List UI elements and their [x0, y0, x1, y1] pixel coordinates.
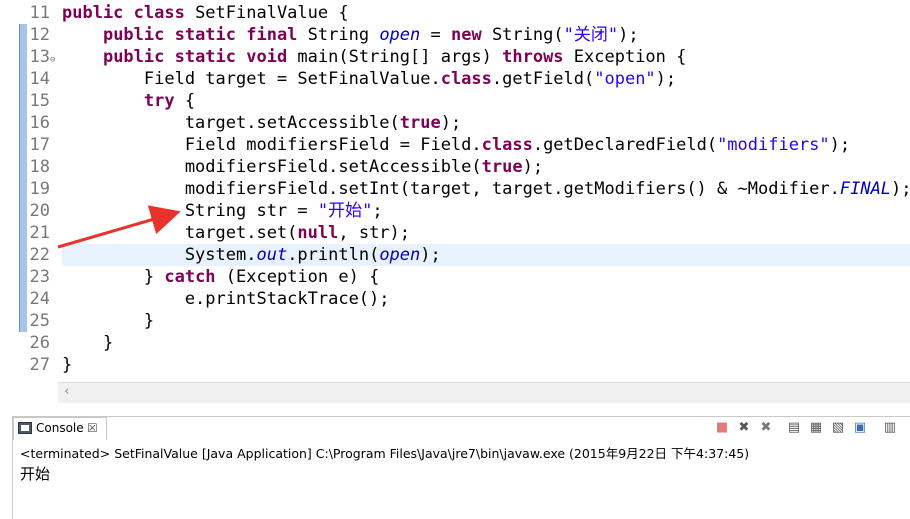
scroll-lock-icon[interactable]: ▤ [785, 419, 803, 437]
console-output[interactable]: 开始 [20, 463, 50, 484]
show-on-stderr-icon[interactable]: ▧ [829, 419, 847, 437]
red-arrow-annotation [57, 205, 181, 249]
console-tab-bar: Console ☒ ■ ✖ ✖ ▤ ▦ ▧ ▣ ▥ [13, 417, 910, 440]
left-edge [0, 404, 12, 518]
show-on-stdout-icon[interactable]: ▦ [807, 419, 825, 437]
console-icon [18, 422, 32, 434]
tab-console-label: Console [36, 421, 84, 435]
display-selected-console-icon[interactable]: ▥ [881, 419, 899, 437]
console-view: Console ☒ ■ ✖ ✖ ▤ ▦ ▧ ▣ ▥ <terminated> SetFinal… [12, 416, 910, 519]
terminated-status: <terminated> SetFinalValue [Java Applica… [20, 446, 750, 461]
tab-console[interactable]: Console ☒ [13, 417, 107, 440]
close-icon[interactable]: ☒ [87, 418, 98, 439]
pin-console-icon[interactable]: ▣ [851, 419, 869, 437]
panel-separator [0, 404, 910, 416]
terminate-icon[interactable]: ■ [713, 419, 731, 437]
remove-all-terminated-icon[interactable]: ✖ [757, 419, 775, 437]
remove-launch-icon[interactable]: ✖ [735, 419, 753, 437]
